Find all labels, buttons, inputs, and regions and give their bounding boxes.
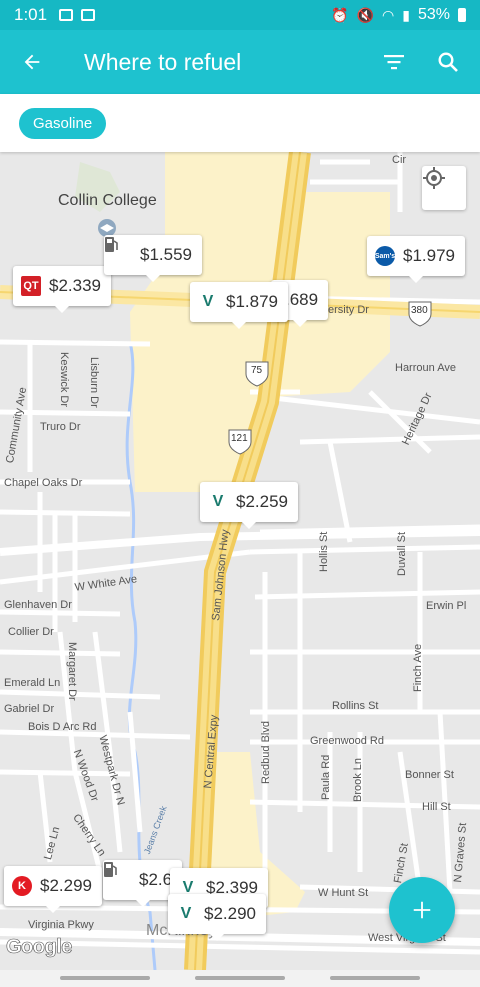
street-label: Harroun Ave	[395, 362, 456, 374]
street-label: Hill St	[422, 801, 451, 813]
street-label: Lisburn Dr	[88, 357, 100, 408]
status-bar: 1:01 ⏰ 🔇 ◠ ▮ 53%	[0, 0, 480, 30]
street-label: Finch Ave	[412, 643, 424, 692]
street-label: Gabriel Dr	[4, 703, 55, 715]
price-pin[interactable]: QT $2.339	[13, 266, 111, 313]
route-shield-75: 75	[251, 365, 263, 376]
my-location-button[interactable]	[422, 166, 466, 210]
college-label: Collin College	[58, 192, 157, 209]
street-label: Rollins St	[332, 700, 379, 712]
filter-bar: Gasoline	[0, 94, 480, 152]
price-pin[interactable]: K $2.299	[4, 866, 102, 913]
battery-icon	[458, 8, 466, 22]
street-label: W Hunt St	[318, 887, 369, 899]
arrow-left-icon	[24, 54, 40, 70]
street-label: Greenwood Rd	[310, 735, 384, 747]
price-pin[interactable]: $1.559	[104, 235, 202, 282]
crosshair-icon	[423, 167, 445, 189]
nav-home[interactable]	[195, 976, 285, 980]
nav-back[interactable]	[330, 976, 420, 980]
street-label: Truro Dr	[40, 421, 81, 433]
alarm-icon: ⏰	[331, 6, 349, 23]
status-time: 1:01	[14, 5, 48, 24]
street-label: Brook Ln	[352, 757, 364, 802]
gas-pump-icon	[105, 237, 132, 265]
price-label: $2.290	[204, 904, 256, 923]
street-label: Emerald Ln	[4, 677, 61, 689]
valero-logo-icon: V	[180, 905, 192, 922]
gas-pump-icon	[104, 862, 131, 890]
search-icon	[438, 52, 458, 72]
street-label: Cir	[392, 154, 407, 166]
price-label: $2.259	[236, 492, 288, 511]
street-label: Virginia Pkwy	[28, 919, 94, 931]
price-label: $1.559	[140, 245, 192, 264]
valero-logo-icon: V	[212, 493, 224, 510]
street-label: Collier Dr	[8, 626, 54, 638]
street-label: Bonner St	[405, 769, 454, 781]
route-shield-380: 380	[411, 305, 428, 316]
price-pin[interactable]: Sam's $1.979	[367, 236, 465, 283]
gallery-icon	[59, 9, 74, 21]
fuel-type-chip[interactable]: Gasoline	[19, 108, 107, 139]
price-pin[interactable]: V $2.259	[200, 482, 298, 529]
price-pin[interactable]: V $2.290	[168, 894, 266, 941]
add-button[interactable]	[389, 877, 455, 943]
signal-icon: ▮	[402, 6, 410, 23]
circle-k-logo-icon: K	[12, 876, 32, 896]
street-label: Keswick Dr	[58, 352, 70, 408]
street-label: Glenhaven Dr	[4, 599, 72, 611]
plus-icon	[413, 901, 431, 919]
price-label: $2.339	[49, 276, 101, 295]
street-label: Hollis St	[318, 531, 330, 572]
wifi-icon: ◠	[382, 6, 395, 23]
street-label: Paula Rd	[320, 754, 332, 800]
quiktrip-logo-icon: QT	[21, 276, 41, 296]
nav-recents[interactable]	[60, 976, 150, 980]
system-nav-bar	[0, 970, 480, 987]
notification-icon	[81, 9, 96, 21]
price-pin[interactable]: V $1.879	[190, 282, 288, 329]
battery-level: 53%	[417, 6, 450, 23]
google-logo: Google	[6, 936, 73, 959]
street-label: Redbud Blvd	[260, 721, 272, 784]
street-label: Margaret Dr	[66, 642, 78, 701]
street-label: Duvall St	[396, 531, 408, 576]
price-label: $1.879	[226, 292, 278, 311]
street-label: Erwin Pl	[426, 600, 467, 612]
price-label: .689	[285, 290, 319, 309]
search-button[interactable]	[424, 38, 472, 86]
app-bar: Where to refuel	[0, 30, 480, 94]
filter-icon	[384, 55, 404, 70]
map[interactable]: Collin College University Dr Harroun Ave…	[0, 152, 480, 970]
street-label: Chapel Oaks Dr	[4, 477, 83, 489]
filter-button[interactable]	[370, 38, 418, 86]
mute-icon: 🔇	[356, 6, 375, 23]
back-button[interactable]	[0, 30, 64, 94]
valero-logo-icon: V	[202, 293, 214, 310]
page-title: Where to refuel	[84, 48, 242, 75]
price-label: $2.299	[40, 876, 92, 895]
route-shield-121: 121	[231, 433, 248, 444]
sams-club-logo-icon: Sam's	[375, 246, 395, 266]
price-label: $2.6	[139, 870, 173, 889]
street-label: Bois D Arc Rd	[28, 721, 97, 733]
price-label: $1.979	[403, 246, 455, 265]
